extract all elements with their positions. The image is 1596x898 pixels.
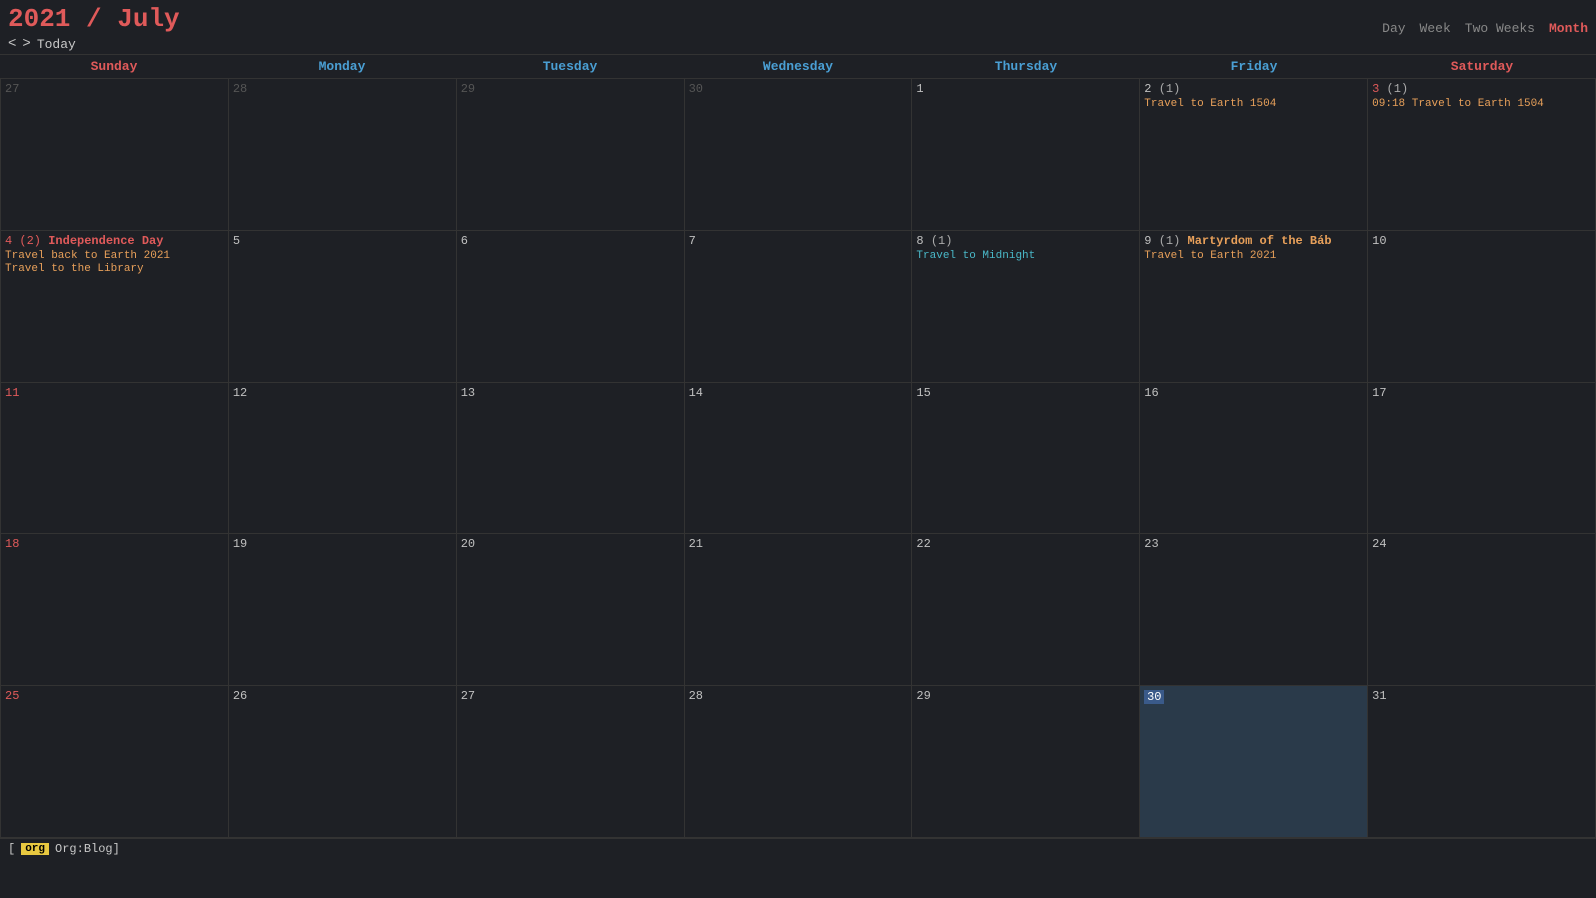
calendar-cell-jul17[interactable]: 17 <box>1368 383 1596 535</box>
event-travel-library[interactable]: Travel to the Library <box>5 263 224 275</box>
nav-controls: < > Today <box>8 36 180 52</box>
next-button[interactable]: > <box>22 36 30 52</box>
calendar-title: 2021 / July <box>8 4 180 34</box>
year-label: 2021 <box>8 4 70 34</box>
calendar-cell-jul5[interactable]: 5 <box>229 231 457 383</box>
days-of-week-header: Sunday Monday Tuesday Wednesday Thursday… <box>0 54 1596 78</box>
event-travel-midnight[interactable]: Travel to Midnight <box>916 250 1135 262</box>
calendar-cell-jul31[interactable]: 31 <box>1368 686 1596 838</box>
event-travel-earth-2021[interactable]: Travel to Earth 2021 <box>1144 250 1363 262</box>
calendar-grid: 27 28 29 30 1 2 (1) Travel to Earth 1504… <box>0 78 1596 838</box>
bottom-bar: [ org Org:Blog] <box>0 838 1596 859</box>
calendar-cell-jul18[interactable]: 18 <box>1 534 229 686</box>
calendar-cell-jul28[interactable]: 28 <box>685 686 913 838</box>
calendar-cell-jun27[interactable]: 27 <box>1 79 229 231</box>
calendar-cell-jul1[interactable]: 1 <box>912 79 1140 231</box>
dow-thursday: Thursday <box>912 55 1140 78</box>
calendar-cell-jul29[interactable]: 29 <box>912 686 1140 838</box>
today-button[interactable]: Today <box>37 37 76 52</box>
view-two-weeks[interactable]: Two Weeks <box>1465 21 1535 36</box>
view-week[interactable]: Week <box>1420 21 1451 36</box>
calendar-cell-jul9[interactable]: 9 (1) Martyrdom of the Báb Travel to Ear… <box>1140 231 1368 383</box>
calendar-cell-jul10[interactable]: 10 <box>1368 231 1596 383</box>
calendar-cell-jul11[interactable]: 11 <box>1 383 229 535</box>
dow-friday: Friday <box>1140 55 1368 78</box>
calendar-cell-jun29[interactable]: 29 <box>457 79 685 231</box>
calendar-cell-jul8[interactable]: 8 (1) Travel to Midnight <box>912 231 1140 383</box>
calendar-cell-jun28[interactable]: 28 <box>229 79 457 231</box>
dow-sunday: Sunday <box>0 55 228 78</box>
separator: / <box>70 4 117 34</box>
calendar-cell-jul19[interactable]: 19 <box>229 534 457 686</box>
calendar-cell-jul25[interactable]: 25 <box>1 686 229 838</box>
calendar-cell-jul21[interactable]: 21 <box>685 534 913 686</box>
calendar-cell-jul12[interactable]: 12 <box>229 383 457 535</box>
dow-tuesday: Tuesday <box>456 55 684 78</box>
calendar-cell-jul22[interactable]: 22 <box>912 534 1140 686</box>
view-month[interactable]: Month <box>1549 21 1588 36</box>
event-travel-back-earth[interactable]: Travel back to Earth 2021 <box>5 250 224 262</box>
month-label: July <box>117 4 179 34</box>
calendar-cell-jul26[interactable]: 26 <box>229 686 457 838</box>
calendar-cell-jul7[interactable]: 7 <box>685 231 913 383</box>
view-switcher: Day Week Two Weeks Month <box>1382 21 1588 36</box>
dow-saturday: Saturday <box>1368 55 1596 78</box>
calendar-cell-jul20[interactable]: 20 <box>457 534 685 686</box>
view-day[interactable]: Day <box>1382 21 1405 36</box>
dow-wednesday: Wednesday <box>684 55 912 78</box>
org-blog-label: Org:Blog] <box>55 842 120 856</box>
event-travel-earth-1504-sat[interactable]: 09:18 Travel to Earth 1504 <box>1372 98 1591 110</box>
calendar-cell-jul23[interactable]: 23 <box>1140 534 1368 686</box>
calendar-cell-jul15[interactable]: 15 <box>912 383 1140 535</box>
calendar-cell-jul24[interactable]: 24 <box>1368 534 1596 686</box>
calendar-cell-jul14[interactable]: 14 <box>685 383 913 535</box>
bracket-open: [ <box>8 842 15 856</box>
org-tag: org <box>21 843 49 855</box>
calendar-cell-jul13[interactable]: 13 <box>457 383 685 535</box>
calendar-cell-jul2[interactable]: 2 (1) Travel to Earth 1504 <box>1140 79 1368 231</box>
calendar-cell-jul3[interactable]: 3 (1) 09:18 Travel to Earth 1504 <box>1368 79 1596 231</box>
calendar-cell-jul4[interactable]: 4 (2) Independence Day Travel back to Ea… <box>1 231 229 383</box>
dow-monday: Monday <box>228 55 456 78</box>
calendar-cell-jul27b[interactable]: 27 <box>457 686 685 838</box>
calendar-cell-jul30[interactable]: 30 <box>1140 686 1368 838</box>
calendar-cell-jul6[interactable]: 6 <box>457 231 685 383</box>
prev-button[interactable]: < <box>8 36 16 52</box>
calendar-cell-jul16[interactable]: 16 <box>1140 383 1368 535</box>
event-travel-earth-1504-fri[interactable]: Travel to Earth 1504 <box>1144 98 1363 110</box>
calendar-cell-jun30[interactable]: 30 <box>685 79 913 231</box>
